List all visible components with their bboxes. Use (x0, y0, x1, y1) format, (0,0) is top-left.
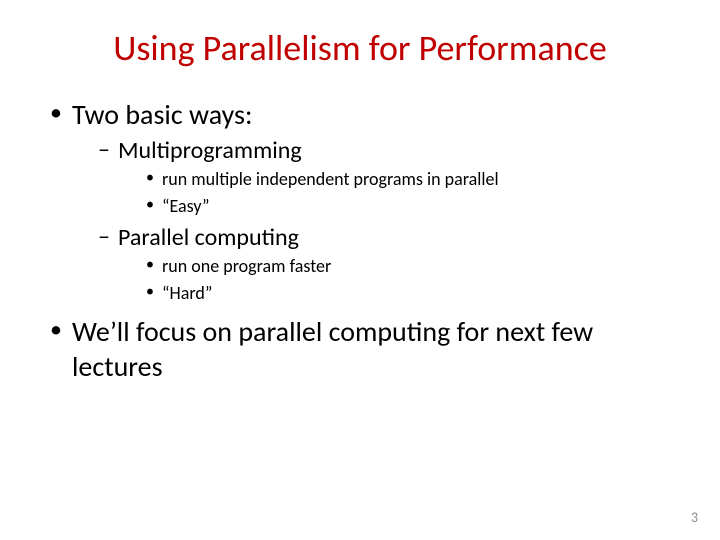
bullet-text: Multiprogramming (118, 136, 302, 165)
subsublist: run one program faster “Hard” (118, 255, 680, 304)
sublist: Multiprogramming run multiple independen… (72, 136, 680, 304)
bullet-easy: “Easy” (146, 195, 680, 218)
bullet-text: Two basic ways: (72, 97, 252, 132)
bullet-focus-parallel: We’ll focus on parallel computing for ne… (50, 314, 680, 384)
bullet-run-multiple: run multiple independent programs in par… (146, 168, 680, 191)
bullet-list: Two basic ways: Multiprogramming run mul… (40, 97, 680, 384)
bullet-multiprogramming: Multiprogramming run multiple independen… (98, 136, 680, 217)
bullet-text: “Hard” (162, 282, 212, 304)
page-number: 3 (691, 509, 698, 526)
bullet-text: Parallel computing (118, 223, 299, 252)
bullet-parallel-computing: Parallel computing run one program faste… (98, 223, 680, 304)
slide: Using Parallelism for Performance Two ba… (0, 0, 720, 540)
bullet-two-basic-ways: Two basic ways: Multiprogramming run mul… (50, 97, 680, 304)
bullet-text: We’ll focus on parallel computing for ne… (72, 314, 593, 384)
bullet-text: run one program faster (162, 255, 331, 277)
bullet-hard: “Hard” (146, 282, 680, 305)
subsublist: run multiple independent programs in par… (118, 168, 680, 217)
slide-title: Using Parallelism for Performance (40, 28, 680, 69)
bullet-text: “Easy” (162, 195, 210, 217)
bullet-text: run multiple independent programs in par… (162, 168, 499, 190)
bullet-run-one: run one program faster (146, 255, 680, 278)
